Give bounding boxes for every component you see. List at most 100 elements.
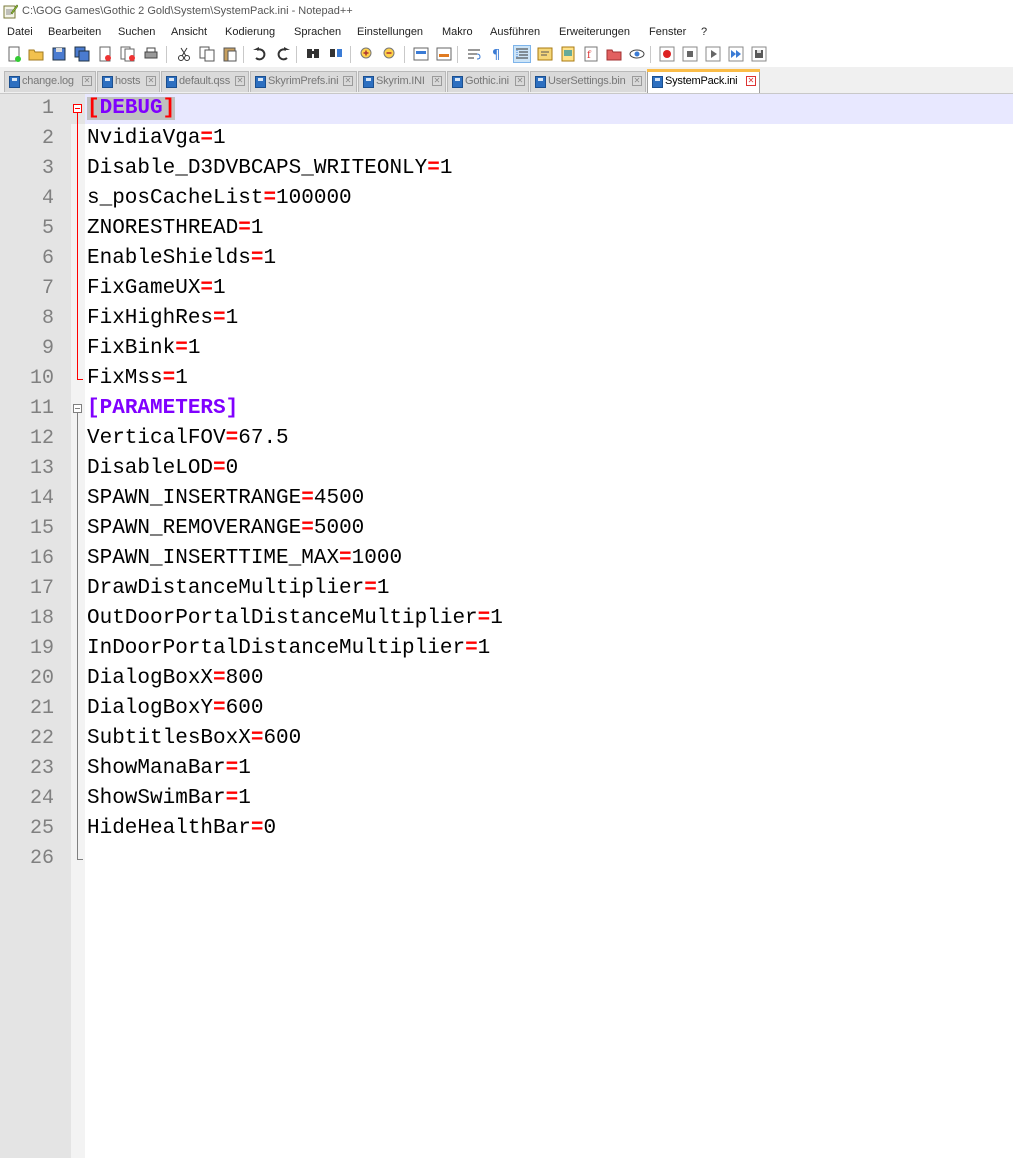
save-all-icon[interactable] [74,46,90,62]
monitoring-icon[interactable] [629,46,645,62]
empty-line[interactable]: 26 [0,844,1013,874]
tab-close-icon[interactable]: ✕ [746,76,756,86]
key-value-line[interactable]: 3 Disable_D3DVBCAPS_WRITEONLY=1 [0,154,1013,184]
line-number: 11 [29,397,54,420]
key-value-line[interactable]: 6 EnableShields=1 [0,244,1013,274]
menu-help[interactable]: ? [701,26,707,38]
tab-gothic-ini[interactable]: Gothic.ini ✕ [447,71,529,92]
lang-udl-icon[interactable] [537,46,553,62]
ini-key: EnableShields [87,247,251,270]
tab-close-icon[interactable]: ✕ [82,76,92,86]
copy-icon[interactable] [199,46,215,62]
key-value-line[interactable]: 7 FixGameUX=1 [0,274,1013,304]
redo-icon[interactable] [275,46,291,62]
key-value-line[interactable]: 24 ShowSwimBar=1 [0,784,1013,814]
menu-suchen[interactable]: Suchen [118,26,155,38]
line-number: 19 [29,637,54,660]
key-value-line[interactable]: 10 FixMss=1 [0,364,1013,394]
undo-icon[interactable] [252,46,268,62]
key-value-line[interactable]: 18 OutDoorPortalDistanceMultiplier=1 [0,604,1013,634]
section-line[interactable]: 1 [DEBUG] [0,94,1013,124]
key-value-line[interactable]: 4 s_posCacheList=100000 [0,184,1013,214]
menu-ausf-hren[interactable]: Ausführen [490,26,540,38]
key-value-line[interactable]: 2 NvidiaVga=1 [0,124,1013,154]
stop-record-icon[interactable] [682,46,698,62]
tab-skyrimprefs-ini[interactable]: SkyrimPrefs.ini ✕ [250,71,357,92]
key-value-line[interactable]: 16 SPAWN_INSERTTIME_MAX=1000 [0,544,1013,574]
fold-toggle-icon[interactable] [73,404,82,413]
ini-key: ZNORESTHREAD [87,217,239,240]
tab-close-icon[interactable]: ✕ [235,76,245,86]
tab-systempack-ini[interactable]: SystemPack.ini ✕ [647,69,760,93]
word-wrap-icon[interactable] [466,46,482,62]
code-text: SubtitlesBoxX=600 [87,727,301,750]
sync-horizontal-icon[interactable] [436,46,452,62]
key-value-line[interactable]: 23 ShowManaBar=1 [0,754,1013,784]
key-value-line[interactable]: 5 ZNORESTHREAD=1 [0,214,1013,244]
ini-value: 600 [225,697,264,720]
tab-hosts[interactable]: hosts ✕ [97,71,160,92]
menu-einstellungen[interactable]: Einstellungen [357,26,423,38]
sync-vertical-icon[interactable] [413,46,429,62]
close-all-icon[interactable] [120,46,136,62]
tab-close-icon[interactable]: ✕ [432,76,442,86]
key-value-line[interactable]: 20 DialogBoxX=800 [0,664,1013,694]
print-icon[interactable] [143,46,159,62]
run-macro-multiple-icon[interactable] [728,46,744,62]
editor[interactable]: 1 [DEBUG] 2 NvidiaVga=1 3 Disable_D3DVBCAPS_W… [0,94,1013,1158]
line-number: 6 [41,247,54,270]
function-list-icon[interactable]: f [583,46,599,62]
key-value-line[interactable]: 21 DialogBoxY=600 [0,694,1013,724]
paste-icon[interactable] [222,46,238,62]
open-file-icon[interactable] [28,46,44,62]
menu-fenster[interactable]: Fenster [649,26,686,38]
key-value-line[interactable]: 13 DisableLOD=0 [0,454,1013,484]
tab-default-qss[interactable]: default.qss ✕ [161,71,249,92]
key-value-line[interactable]: 8 FixHighRes=1 [0,304,1013,334]
close-icon[interactable] [97,46,113,62]
ini-equals: = [225,757,239,780]
cut-icon[interactable] [176,46,192,62]
key-value-line[interactable]: 17 DrawDistanceMultiplier=1 [0,574,1013,604]
tab-usersettings-bin[interactable]: UserSettings.bin ✕ [530,71,646,92]
tab-label: Skyrim.INI [376,75,425,87]
document-map-icon[interactable] [560,46,576,62]
menu-erweiterungen[interactable]: Erweiterungen [559,26,630,38]
menu-sprachen[interactable]: Sprachen [294,26,341,38]
save-icon[interactable] [51,46,67,62]
zoom-in-icon[interactable] [359,46,375,62]
play-macro-icon[interactable] [705,46,721,62]
menu-makro[interactable]: Makro [442,26,473,38]
tab-close-icon[interactable]: ✕ [343,76,353,86]
section-line[interactable]: 11 [PARAMETERS] [0,394,1013,424]
fold-toggle-icon[interactable] [73,104,82,113]
save-macro-icon[interactable] [751,46,767,62]
key-value-line[interactable]: 22 SubtitlesBoxX=600 [0,724,1013,754]
menu-bearbeiten[interactable]: Bearbeiten [48,26,101,38]
floppy-disk-icon [9,76,20,88]
replace-icon[interactable] [328,46,344,62]
tab-close-icon[interactable]: ✕ [632,76,642,86]
tab-close-icon[interactable]: ✕ [515,76,525,86]
tab-skyrim-ini[interactable]: Skyrim.INI ✕ [358,71,446,92]
show-all-chars-icon[interactable]: ¶ [489,46,505,63]
key-value-line[interactable]: 14 SPAWN_INSERTRANGE=4500 [0,484,1013,514]
tab-close-icon[interactable]: ✕ [146,76,156,86]
key-value-line[interactable]: 12 VerticalFOV=67.5 [0,424,1013,454]
indent-guide-icon[interactable] [513,45,531,63]
key-value-line[interactable]: 19 InDoorPortalDistanceMultiplier=1 [0,634,1013,664]
key-value-line[interactable]: 15 SPAWN_REMOVERANGE=5000 [0,514,1013,544]
code-text: ShowManaBar=1 [87,757,251,780]
menu-datei[interactable]: Datei [7,26,33,38]
record-macro-icon[interactable] [659,46,675,62]
tab-change-log[interactable]: change.log ✕ [4,71,96,92]
key-value-line[interactable]: 25 HideHealthBar=0 [0,814,1013,844]
find-icon[interactable] [305,46,321,62]
zoom-out-icon[interactable] [382,46,398,62]
new-file-icon[interactable] [6,46,22,62]
menu-ansicht[interactable]: Ansicht [171,26,207,38]
key-value-line[interactable]: 9 FixBink=1 [0,334,1013,364]
code-text: SPAWN_INSERTTIME_MAX=1000 [87,547,402,570]
folder-workspace-icon[interactable] [606,46,622,62]
menu-kodierung[interactable]: Kodierung [225,26,275,38]
